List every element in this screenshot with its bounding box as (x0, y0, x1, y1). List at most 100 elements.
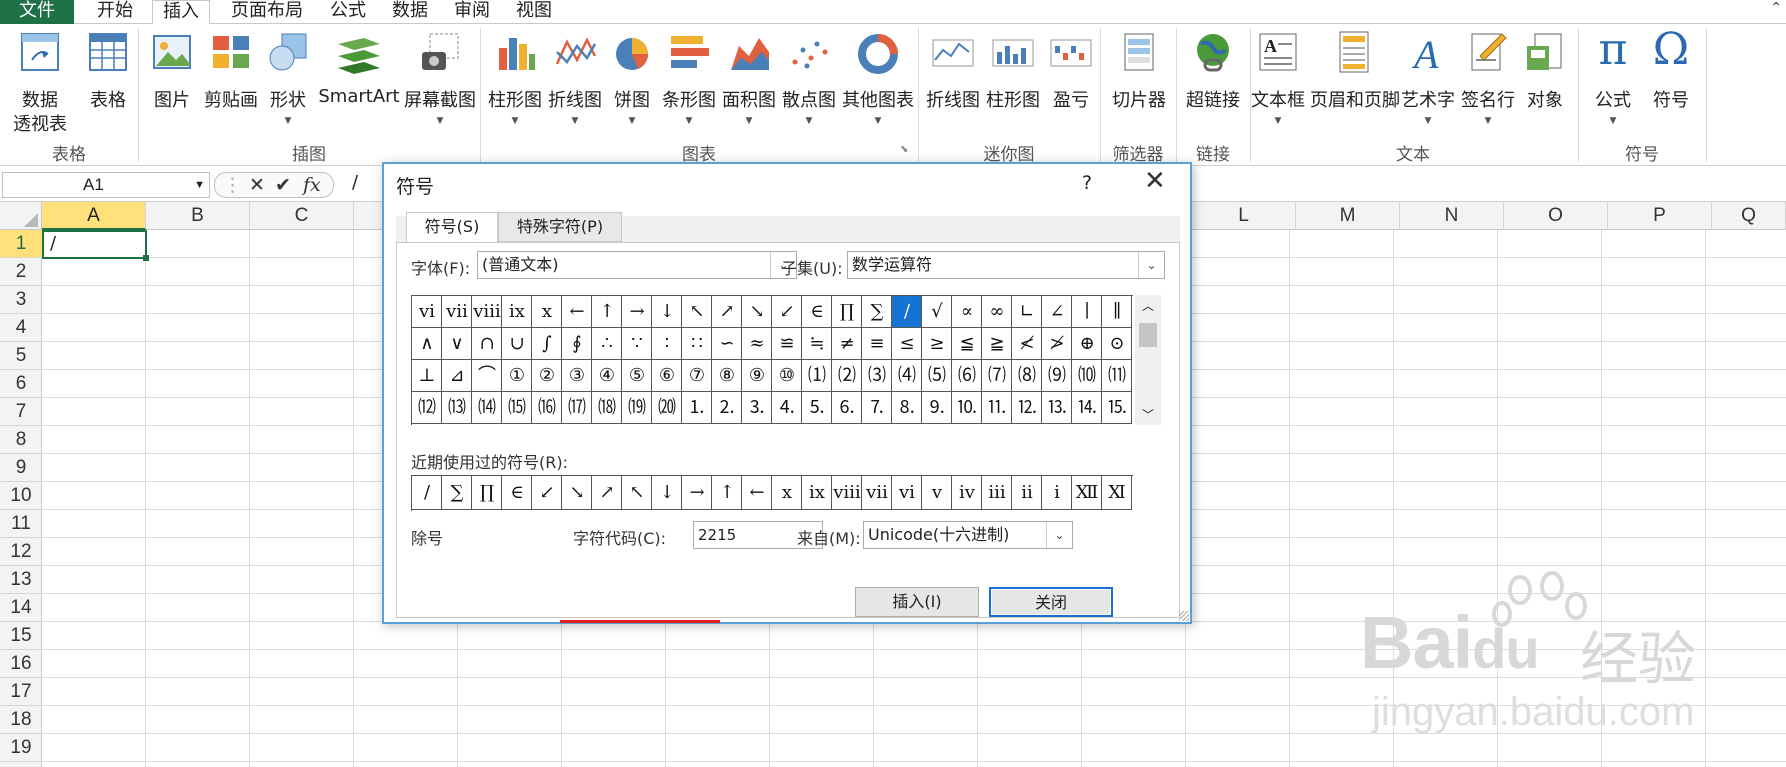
symbol-cell[interactable]: ⑩ (772, 360, 802, 392)
tab-data[interactable]: 数据 (384, 0, 436, 24)
column-header-c[interactable]: C (250, 202, 354, 230)
symbol-cell[interactable]: ⒂ (502, 392, 532, 424)
symbol-cell[interactable]: ≤ (892, 328, 922, 360)
row-header[interactable]: 9 (0, 454, 42, 482)
symbol-cell[interactable]: ⒌ (802, 392, 832, 424)
symbol-cell[interactable]: ∶ (652, 328, 682, 360)
symbol-cell[interactable]: ⒇ (652, 392, 682, 424)
symbol-cell[interactable]: ⒖ (1102, 392, 1132, 424)
tab-view[interactable]: 视图 (508, 0, 560, 24)
symbol-cell[interactable]: ∽ (712, 328, 742, 360)
symbol-cell[interactable]: ⒀ (442, 392, 472, 424)
wordart-button[interactable]: A 艺术字 ▼ (1398, 30, 1458, 140)
screenshot-button[interactable]: 屏幕截图 ▼ (404, 30, 476, 140)
recent-symbol-cell[interactable]: ⅸ (802, 476, 832, 510)
formula-input[interactable]: / (352, 172, 358, 193)
symbol-cell[interactable]: ⑵ (832, 360, 862, 392)
symbol-cell[interactable]: ⒅ (592, 392, 622, 424)
symbol-cell[interactable]: ≮ (1012, 328, 1042, 360)
symbol-cell[interactable]: ∴ (592, 328, 622, 360)
signature-line-button[interactable]: 签名行 ▼ (1458, 30, 1518, 140)
column-header-o[interactable]: O (1504, 202, 1608, 230)
textbox-button[interactable]: A 文本框 ▼ (1246, 30, 1310, 140)
recent-symbol-cell[interactable]: ↙ (532, 476, 562, 510)
row-header[interactable]: 16 (0, 650, 42, 678)
symbol-cell[interactable]: ⅵ (412, 296, 442, 328)
symbol-cell[interactable]: ∏ (832, 296, 862, 328)
row-header[interactable]: 17 (0, 678, 42, 706)
symbol-cell[interactable]: → (622, 296, 652, 328)
symbol-cell[interactable]: ⒒ (982, 392, 1012, 424)
recent-symbol-cell[interactable]: ⅰ (1042, 476, 1072, 510)
symbol-button[interactable]: Ω 符号 (1642, 24, 1700, 140)
symbol-cell[interactable]: ⑧ (712, 360, 742, 392)
symbol-cell[interactable]: ∞ (982, 296, 1012, 328)
row-header[interactable]: 1 (0, 230, 42, 258)
recent-symbol-cell[interactable]: ⅳ (952, 476, 982, 510)
symbol-cell[interactable]: ⅷ (472, 296, 502, 328)
picture-button[interactable]: 图片 (144, 30, 200, 140)
cancel-icon[interactable]: ✕ (249, 174, 265, 196)
recent-symbol-cell[interactable]: ⅱ (1012, 476, 1042, 510)
symbol-cell[interactable]: ≈ (742, 328, 772, 360)
symbol-cell[interactable]: ⊙ (1102, 328, 1132, 360)
symbol-cell[interactable]: ⑽ (1072, 360, 1102, 392)
row-header[interactable]: 8 (0, 426, 42, 454)
insert-function-icon[interactable]: fx (303, 174, 321, 196)
symbol-cell[interactable]: ∥ (1102, 296, 1132, 328)
row-header[interactable]: 3 (0, 286, 42, 314)
symbol-cell[interactable]: ⒄ (562, 392, 592, 424)
symbol-cell[interactable]: ⑿ (412, 392, 442, 424)
chevron-down-icon[interactable]: ⌄ (1138, 252, 1164, 278)
symbol-cell[interactable]: ⌒ (472, 360, 502, 392)
recent-symbol-cell[interactable]: ⅶ (862, 476, 892, 510)
symbol-cell[interactable]: ② (532, 360, 562, 392)
symbol-cell[interactable]: ① (502, 360, 532, 392)
symbol-cell[interactable]: ⒃ (532, 392, 562, 424)
recent-symbol-cell[interactable]: ↘ (562, 476, 592, 510)
symbol-cell[interactable]: ↘ (742, 296, 772, 328)
row-header[interactable]: 11 (0, 510, 42, 538)
row-header[interactable]: 7 (0, 398, 42, 426)
row-header[interactable]: 4 (0, 314, 42, 342)
row-header[interactable]: 5 (0, 342, 42, 370)
symbol-cell[interactable]: ∩ (472, 328, 502, 360)
symbol-cell[interactable]: ⅶ (442, 296, 472, 328)
symbol-cell[interactable]: ④ (592, 360, 622, 392)
recent-symbol-cell[interactable]: ↑ (712, 476, 742, 510)
symbol-cell[interactable]: ∠ (1042, 296, 1072, 328)
recent-symbol-cell[interactable]: ↗ (592, 476, 622, 510)
chevron-down-icon[interactable]: ⌄ (1046, 522, 1072, 548)
symbol-cell[interactable]: ⑴ (802, 360, 832, 392)
symbol-cell[interactable]: ⒔ (1042, 392, 1072, 424)
recent-symbol-cell[interactable]: ← (742, 476, 772, 510)
recent-symbol-cell[interactable]: ↓ (652, 476, 682, 510)
symbol-cell[interactable]: ⑹ (952, 360, 982, 392)
symbol-cell[interactable]: ∨ (442, 328, 472, 360)
symbol-cell[interactable]: ⒐ (922, 392, 952, 424)
close-button[interactable]: 关闭 (989, 587, 1113, 617)
symbol-cell[interactable]: ⒕ (1072, 392, 1102, 424)
active-cell-a1[interactable]: / (42, 230, 149, 261)
symbol-cell[interactable]: ∪ (502, 328, 532, 360)
ribbon-collapse-icon[interactable]: ⌃ (1770, 0, 1782, 16)
tab-page-layout[interactable]: 页面布局 (222, 0, 312, 24)
column-header-p[interactable]: P (1608, 202, 1712, 230)
tab-home[interactable]: 开始 (86, 0, 144, 24)
symbol-cell[interactable]: ∷ (682, 328, 712, 360)
symbol-cell[interactable]: √ (922, 296, 952, 328)
recent-symbol-cell[interactable]: ⅹ (772, 476, 802, 510)
symbol-cell[interactable]: ⑺ (982, 360, 1012, 392)
symbol-cell[interactable]: ≦ (952, 328, 982, 360)
symbol-cell[interactable]: ∣ (1072, 296, 1102, 328)
row-header[interactable]: 19 (0, 734, 42, 762)
sparkline-winloss-button[interactable]: 盈亏 (1044, 30, 1098, 140)
help-icon[interactable]: ? (1082, 172, 1092, 194)
symbol-cell[interactable]: ⊿ (442, 360, 472, 392)
recent-symbol-cell[interactable]: ∕ (412, 476, 442, 510)
header-footer-button[interactable]: 页眉和页脚 (1310, 30, 1400, 140)
symbol-cell[interactable]: ∵ (622, 328, 652, 360)
symbol-cell[interactable]: ⑻ (1012, 360, 1042, 392)
symbol-cell[interactable]: ⑸ (922, 360, 952, 392)
symbol-cell[interactable]: ⑥ (652, 360, 682, 392)
